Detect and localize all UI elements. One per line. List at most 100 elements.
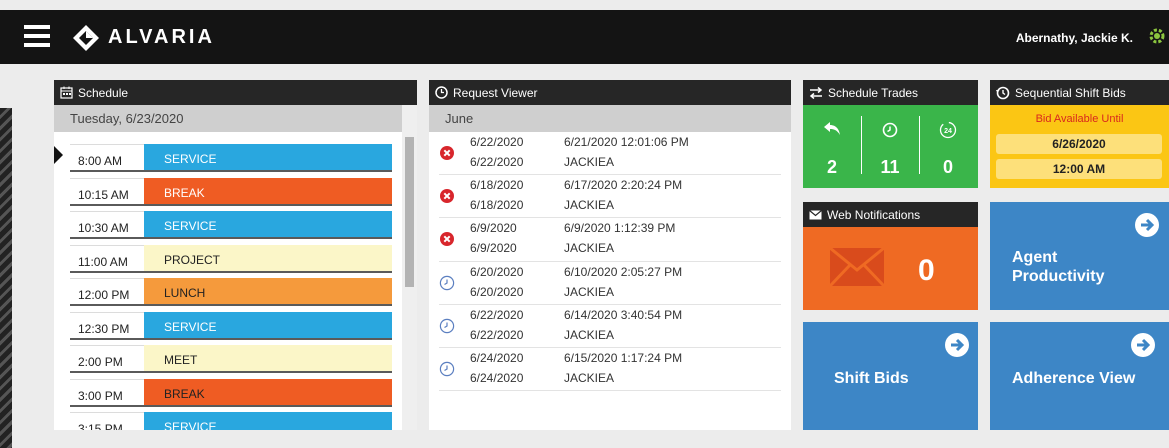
schedule-row[interactable]: 11:00 AM PROJECT: [70, 243, 393, 277]
schedule-activity: PROJECT: [144, 244, 392, 273]
gear-icon[interactable]: [1147, 26, 1167, 46]
request-viewer-title: Request Viewer: [453, 85, 538, 100]
schedule-row[interactable]: 12:30 PM SERVICE: [70, 310, 393, 344]
arrow-right-circle-icon[interactable]: [944, 332, 970, 358]
denied-x-icon: [439, 188, 455, 204]
schedule-panel: Schedule Tuesday, 6/23/2020 8:00 AM SERVI…: [54, 80, 417, 430]
schedule-time: 12:00 PM: [70, 278, 144, 306]
request-end-date: 6/24/2020: [470, 370, 524, 385]
schedule-time: 12:30 PM: [70, 311, 144, 340]
request-user: JACKIEA: [564, 284, 615, 299]
schedule-row[interactable]: 2:00 PM MEET: [70, 343, 393, 377]
pending-clock-icon: [439, 275, 455, 291]
schedule-row[interactable]: 3:15 PM SERVICE: [70, 410, 393, 430]
request-start-date: 6/18/2020: [470, 178, 524, 193]
agent-productivity-tile[interactable]: Agent Productivity: [990, 202, 1169, 310]
schedule-row[interactable]: 10:15 AM BREAK: [70, 176, 393, 210]
schedule-time: 10:30 AM: [70, 211, 144, 239]
svg-text:24: 24: [944, 128, 952, 135]
schedule-trades-header: Schedule Trades: [803, 80, 978, 105]
shift-bids-label: Shift Bids: [834, 370, 909, 387]
trades-sent-count: 2: [826, 157, 837, 177]
request-row[interactable]: 6/22/2020 6/22/2020 6/14/2020 3:40:54 PM JA…: [439, 305, 781, 348]
schedule-time: 2:00 PM: [70, 345, 144, 373]
pending-clock-icon: [439, 318, 455, 334]
request-user: JACKIEA: [564, 155, 615, 169]
request-end-date: 6/9/2020: [470, 241, 517, 256]
schedule-date: Tuesday, 6/23/2020: [54, 105, 402, 132]
request-row[interactable]: 6/9/2020 6/9/2020 6/9/2020 1:12:39 PM JACKI…: [439, 218, 781, 262]
request-row[interactable]: 6/22/2020 6/22/2020 6/21/2020 12:01:06 PM J…: [439, 132, 781, 176]
arrow-right-circle-icon[interactable]: [1130, 332, 1156, 358]
schedule-row[interactable]: 12:00 PM LUNCH: [70, 276, 393, 310]
current-time-marker: [54, 146, 63, 164]
schedule-row[interactable]: 3:00 PM BREAK: [70, 377, 393, 411]
schedule-title: Schedule: [78, 85, 129, 100]
bid-time: 12:00 AM: [996, 159, 1162, 179]
request-start-date: 6/22/2020: [470, 307, 524, 322]
top-bar: ALVARIA Abernathy, Jackie K.: [0, 10, 1169, 64]
bid-available-until: Bid Available Until: [1035, 113, 1124, 125]
clock-icon: [882, 122, 898, 138]
schedule-time: 8:00 AM: [70, 144, 144, 172]
request-submitted-time: 6/21/2020 12:01:06 PM: [564, 135, 689, 149]
web-notifications-title: Web Notifications: [827, 207, 921, 222]
request-user: JACKIEA: [564, 370, 615, 385]
schedule-trades-tile[interactable]: Schedule Trades 2 11 24 0: [803, 80, 978, 188]
schedule-activity: BREAK: [144, 378, 392, 407]
request-start-date: 6/20/2020: [470, 264, 524, 279]
trades-pending-count: 11: [880, 157, 900, 177]
envelope-icon: [830, 248, 884, 286]
schedule-activity: BREAK: [144, 177, 392, 206]
schedule-row[interactable]: 10:30 AM SERVICE: [70, 209, 393, 243]
schedule-time: 10:15 AM: [70, 177, 144, 206]
agent-productivity-label-line2: Productivity: [1012, 268, 1105, 285]
request-submitted-time: 6/10/2020 2:05:27 PM: [564, 264, 683, 279]
request-user: JACKIEA: [564, 327, 615, 342]
request-viewer-header: Request Viewer: [429, 80, 791, 105]
trades-sent[interactable]: 2: [803, 105, 861, 188]
request-end-date: 6/22/2020: [470, 155, 524, 169]
schedule-scrollbar[interactable]: [402, 105, 417, 430]
envelope-icon: [809, 209, 822, 219]
pending-clock-icon: [439, 361, 455, 377]
swap-arrows-icon: [809, 86, 823, 99]
request-submitted-time: 6/17/2020 2:20:24 PM: [564, 178, 683, 193]
sequential-shift-bids-tile[interactable]: Sequential Shift Bids Bid Available Unti…: [990, 80, 1169, 188]
reply-arrow-icon: [824, 122, 840, 135]
request-row[interactable]: 6/20/2020 6/20/2020 6/10/2020 2:05:27 PM JA…: [439, 262, 781, 305]
web-notifications-tile[interactable]: Web Notifications 0: [803, 202, 978, 310]
shift-bids-tile[interactable]: Shift Bids: [803, 322, 978, 430]
schedule-row[interactable]: 8:00 AM SERVICE: [70, 142, 393, 176]
schedule-activity: SERVICE: [144, 412, 392, 430]
request-row[interactable]: 6/24/2020 6/24/2020 6/15/2020 1:17:24 PM JA…: [439, 348, 781, 392]
schedule-trades-title: Schedule Trades: [828, 85, 919, 100]
request-end-date: 6/22/2020: [470, 327, 524, 342]
clock-icon: [435, 86, 448, 99]
adherence-view-label: Adherence View: [1012, 370, 1136, 387]
history-icon: [996, 86, 1010, 99]
request-row[interactable]: 6/18/2020 6/18/2020 6/17/2020 2:20:24 PM JA…: [439, 175, 781, 219]
request-submitted-time: 6/15/2020 1:17:24 PM: [564, 350, 683, 365]
trades-24h-count: 0: [942, 157, 953, 177]
sequential-bids-header: Sequential Shift Bids: [990, 80, 1169, 105]
request-start-date: 6/22/2020: [470, 135, 524, 149]
request-end-date: 6/18/2020: [470, 198, 524, 213]
adherence-view-tile[interactable]: Adherence View: [990, 322, 1169, 430]
schedule-activity: LUNCH: [144, 278, 392, 306]
user-name[interactable]: Abernathy, Jackie K.: [1016, 31, 1133, 45]
agent-productivity-label-line1: Agent: [1012, 249, 1058, 266]
schedule-activity: SERVICE: [144, 311, 392, 340]
schedule-list: 8:00 AM SERVICE 10:15 AM BREAK 10:30 AM SERVI…: [70, 142, 393, 430]
hamburger-menu-icon[interactable]: [24, 25, 50, 47]
bid-date: 6/26/2020: [996, 134, 1162, 154]
trades-24h[interactable]: 24 0: [919, 105, 977, 188]
trades-pending[interactable]: 11: [861, 105, 919, 188]
denied-x-icon: [439, 145, 455, 161]
request-list: 6/22/2020 6/22/2020 6/21/2020 12:01:06 PM J…: [429, 132, 791, 392]
schedule-activity: MEET: [144, 345, 392, 373]
arrow-right-circle-icon[interactable]: [1134, 212, 1160, 238]
request-start-date: 6/24/2020: [470, 350, 524, 365]
schedule-scrollbar-thumb[interactable]: [405, 137, 414, 287]
schedule-activity: SERVICE: [144, 144, 392, 172]
